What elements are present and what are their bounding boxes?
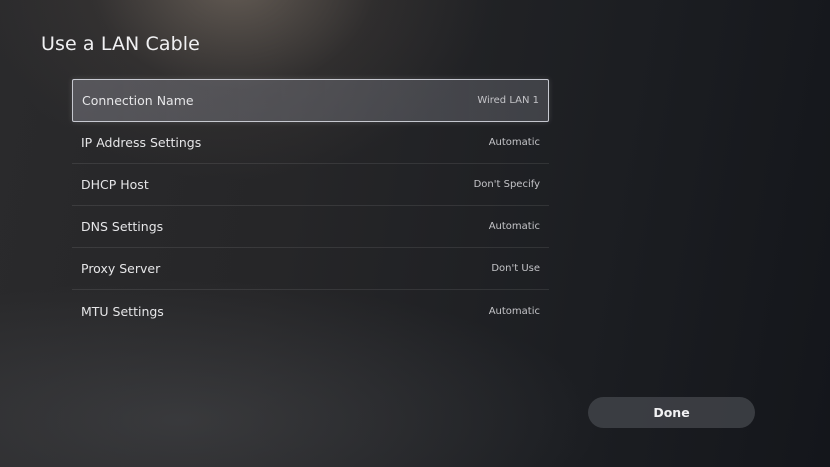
setting-connection-name[interactable]: Connection Name Wired LAN 1: [72, 79, 549, 122]
setting-label: Proxy Server: [81, 261, 161, 276]
settings-list: Connection Name Wired LAN 1 IP Address S…: [72, 79, 549, 332]
setting-label: DNS Settings: [81, 219, 164, 234]
setting-value: Automatic: [488, 137, 540, 148]
setting-value: Wired LAN 1: [477, 95, 539, 106]
setting-label: DHCP Host: [81, 177, 149, 192]
done-button[interactable]: Done: [588, 397, 755, 428]
setting-ip-address-settings[interactable]: IP Address Settings Automatic: [72, 122, 549, 164]
page-title: Use a LAN Cable: [41, 33, 200, 55]
setting-proxy-server[interactable]: Proxy Server Don't Use: [72, 248, 549, 290]
setting-mtu-settings[interactable]: MTU Settings Automatic: [72, 290, 549, 332]
setting-value: Automatic: [488, 305, 540, 317]
setting-label: IP Address Settings: [81, 135, 202, 150]
setting-label: Connection Name: [82, 93, 194, 108]
setting-value: Don't Specify: [473, 179, 540, 190]
setting-value: Automatic: [488, 221, 540, 232]
setting-value: Don't Use: [491, 263, 540, 274]
setting-label: MTU Settings: [81, 303, 164, 319]
setting-dhcp-host[interactable]: DHCP Host Don't Specify: [72, 164, 549, 206]
setting-dns-settings[interactable]: DNS Settings Automatic: [72, 206, 549, 248]
